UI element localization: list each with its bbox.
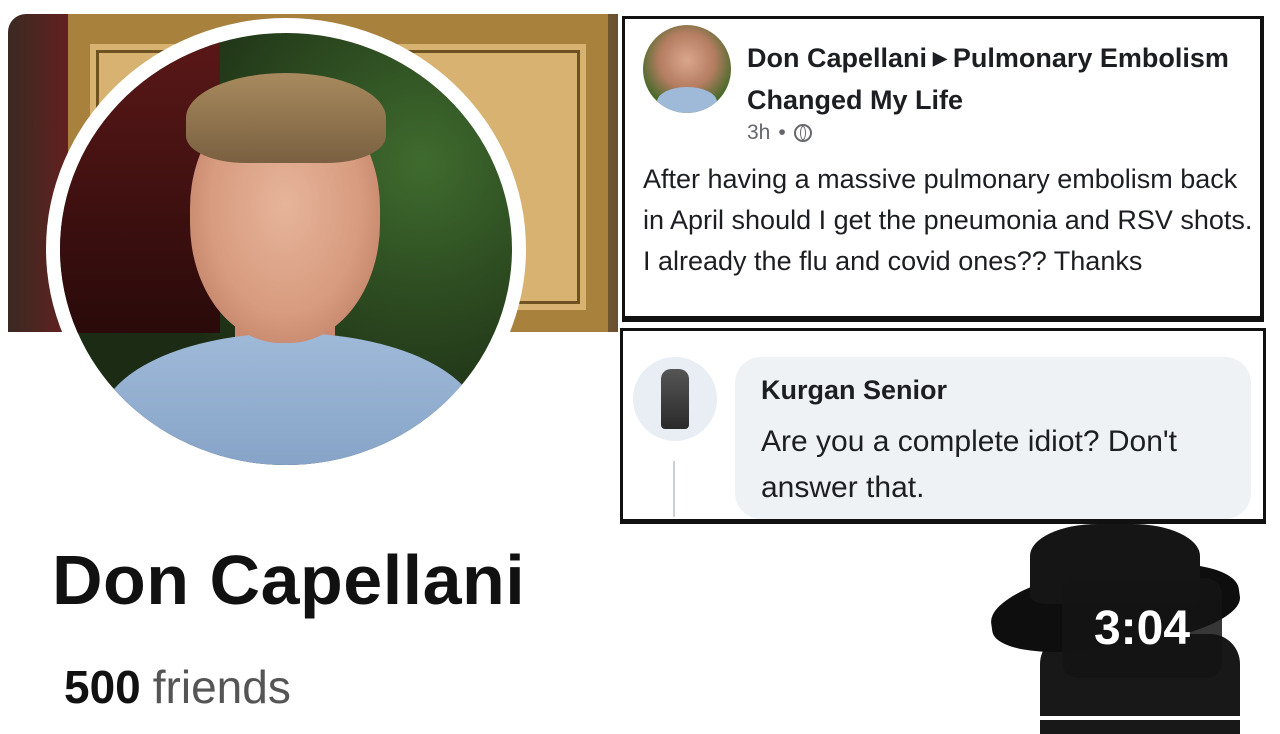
comment-text: Are you a complete idiot? Don't answer t… <box>761 425 1177 504</box>
globe-icon[interactable] <box>793 124 812 142</box>
post-header: Don Capellani ▶ Pulmonary Embolism Changed… <box>747 37 1247 121</box>
profile-photo[interactable] <box>46 18 526 480</box>
meta-separator: • <box>778 121 786 144</box>
profile-name[interactable]: Don Capellani <box>52 540 525 620</box>
video-duration-badge: 3:04 <box>1062 578 1222 678</box>
comment-author-name[interactable]: Kurgan Senior <box>761 375 947 406</box>
comment-bubble: Kurgan Senior Are you a complete idiot? … <box>735 357 1251 519</box>
post-meta: 3h • <box>747 121 812 145</box>
post-author-name[interactable]: Don Capellani <box>747 43 927 73</box>
friends-count[interactable]: 500 friends <box>64 660 291 714</box>
friends-number: 500 <box>64 661 141 713</box>
post-author-avatar[interactable] <box>643 25 731 113</box>
post-text: After having a massive pulmonary embolis… <box>643 164 1253 276</box>
post-timestamp[interactable]: 3h <box>747 121 770 145</box>
friends-label: friends <box>152 661 291 713</box>
post-card: Don Capellani ▶ Pulmonary Embolism Changed… <box>622 16 1264 322</box>
profile-photo-image <box>60 33 512 465</box>
video-duration: 3:04 <box>1093 601 1191 655</box>
comment-card: Kurgan Senior Are you a complete idiot? … <box>620 328 1266 524</box>
commenter-avatar[interactable] <box>633 357 717 441</box>
triangle-right-icon: ▶ <box>933 48 947 68</box>
thread-line <box>673 461 675 517</box>
